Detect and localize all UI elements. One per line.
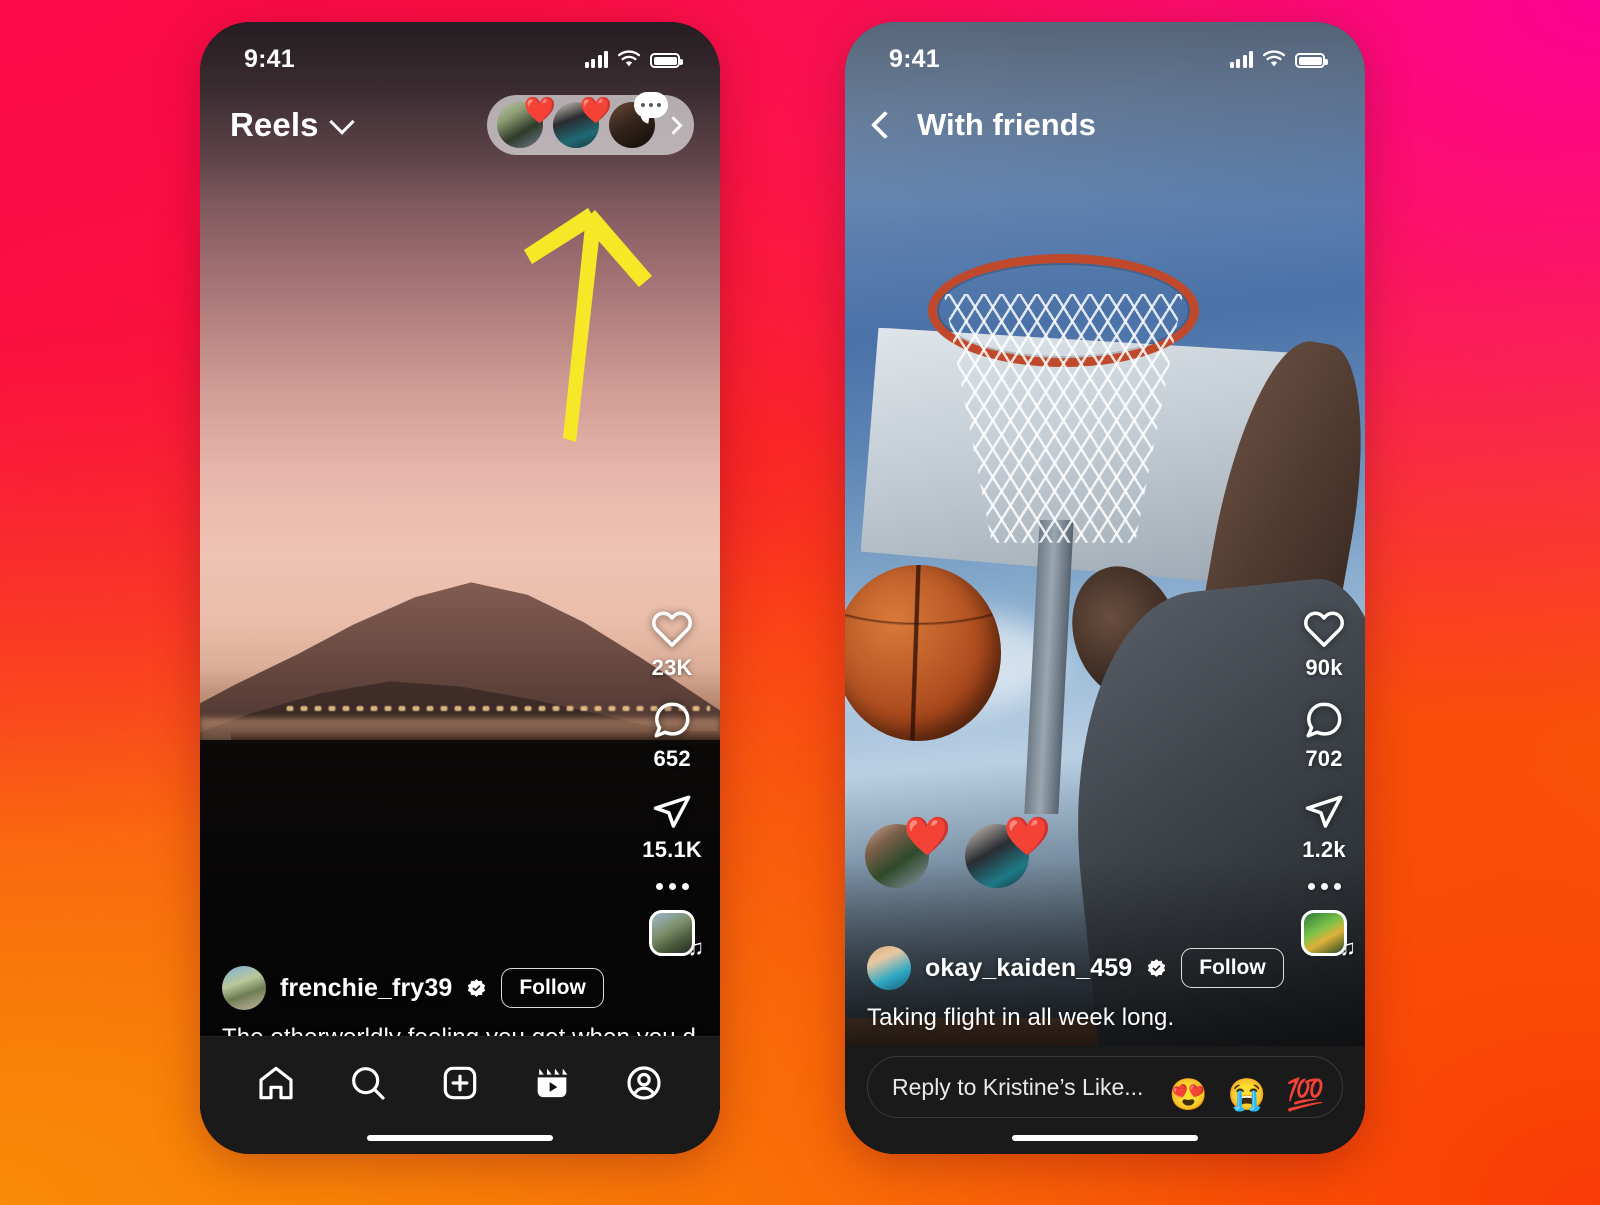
- action-rail: 23K 652 15.1K ♫: [642, 608, 704, 960]
- share-action[interactable]: 15.1K: [642, 790, 702, 863]
- friend-bubble-2[interactable]: ❤️: [965, 818, 1051, 888]
- avatar[interactable]: [867, 946, 911, 990]
- pink-heart-emoji: ❤️: [1003, 816, 1051, 858]
- audio-track-button[interactable]: ♫: [649, 910, 704, 960]
- reels-screen: 9:41 Reels ❤️ ❤️ 23K 652 15.1K ♫ frenchi…: [200, 22, 720, 1154]
- with-friends-header: With friends: [845, 84, 1365, 158]
- status-time: 9:41: [889, 44, 940, 73]
- tab-home[interactable]: [256, 1063, 296, 1103]
- action-rail: 90k 702 1.2k ♫: [1301, 608, 1356, 960]
- home-indicator: [1012, 1135, 1198, 1141]
- username[interactable]: okay_kaiden_459: [925, 954, 1132, 983]
- battery-icon: [650, 53, 683, 68]
- profile-icon: [627, 1065, 661, 1100]
- friend-bubble-1[interactable]: ❤️: [865, 818, 951, 888]
- verified-badge-icon: [468, 978, 486, 997]
- battery-icon: [1295, 53, 1328, 68]
- share-action[interactable]: 1.2k: [1302, 790, 1346, 863]
- like-action[interactable]: 23K: [651, 608, 693, 681]
- heart-icon: [651, 608, 693, 650]
- share-icon: [1303, 790, 1345, 832]
- follow-button[interactable]: Follow: [501, 968, 604, 1008]
- status-time: 9:41: [244, 44, 295, 73]
- status-bar: 9:41: [200, 22, 720, 84]
- comment-icon: [651, 699, 693, 741]
- more-options-icon[interactable]: [655, 883, 689, 890]
- share-icon: [651, 790, 693, 832]
- plus-square-icon: [443, 1066, 477, 1099]
- story-avatar-2[interactable]: ❤️: [553, 97, 612, 148]
- status-bar: 9:41: [845, 22, 1365, 84]
- cellular-bars-icon: [584, 51, 608, 68]
- cellular-bars-icon: [1229, 51, 1253, 68]
- comment-action[interactable]: 652: [651, 699, 693, 772]
- tab-search[interactable]: [348, 1063, 388, 1103]
- like-count: 23K: [651, 655, 693, 680]
- pink-heart-emoji: ❤️: [903, 816, 951, 858]
- tab-reels[interactable]: [532, 1063, 572, 1103]
- comment-count: 702: [1305, 746, 1343, 771]
- chevron-right-icon[interactable]: [664, 115, 683, 135]
- wifi-icon: [1262, 50, 1286, 67]
- status-icons: [584, 50, 683, 68]
- author-row: okay_kaiden_459 Follow: [867, 946, 1284, 990]
- page-title: Reels: [230, 106, 319, 143]
- like-action[interactable]: 90k: [1303, 608, 1345, 681]
- phone-left: 9:41 Reels ❤️ ❤️ 23K 652 15.1K ♫ frenchi…: [200, 22, 720, 1154]
- reels-icon: [537, 1068, 568, 1097]
- caption-block: okay_kaiden_459 Follow Taking flight in …: [867, 946, 1284, 1032]
- heart-icon: [1303, 608, 1345, 650]
- like-count: 90k: [1305, 655, 1343, 680]
- share-count: 15.1K: [642, 837, 702, 862]
- follow-button[interactable]: Follow: [1181, 948, 1284, 988]
- music-note-icon: ♫: [1339, 935, 1357, 960]
- tab-profile[interactable]: [624, 1063, 664, 1103]
- story-avatar-1[interactable]: ❤️: [497, 97, 556, 148]
- home-indicator: [367, 1135, 553, 1141]
- username[interactable]: frenchie_fry39: [280, 974, 452, 1003]
- author-row: frenchie_fry39 Follow: [222, 966, 624, 1010]
- reaction-hundred[interactable]: 💯: [1286, 1079, 1325, 1110]
- status-icons: [1229, 50, 1328, 68]
- reels-header: Reels ❤️ ❤️: [200, 84, 720, 158]
- home-icon: [259, 1066, 293, 1099]
- reaction-heart-eyes[interactable]: 😍: [1169, 1079, 1208, 1110]
- basketball: [845, 565, 1002, 742]
- quick-reactions: 😍 😭 💯: [1169, 1079, 1325, 1110]
- phone-right: 9:41 With friends ❤️ ❤️ 90k 702 1.2k ♫ o…: [845, 22, 1365, 1154]
- chevron-down-icon[interactable]: [328, 109, 355, 135]
- music-note-icon: ♫: [687, 935, 705, 960]
- avatar[interactable]: [222, 966, 266, 1010]
- comment-count: 652: [653, 746, 691, 771]
- with-friends-screen: 9:41 With friends ❤️ ❤️ 90k 702 1.2k ♫ o…: [845, 22, 1365, 1154]
- audio-track-button[interactable]: ♫: [1301, 910, 1356, 960]
- tab-create[interactable]: [440, 1063, 480, 1103]
- friend-reactions: ❤️ ❤️: [865, 818, 1051, 888]
- pink-heart-emoji: ❤️: [523, 95, 557, 125]
- caption-text[interactable]: Taking flight in all week long.: [867, 1004, 1269, 1032]
- pink-heart-emoji: ❤️: [579, 95, 613, 125]
- comment-action[interactable]: 702: [1303, 699, 1345, 772]
- page-title: With friends: [917, 107, 1096, 142]
- more-options-icon[interactable]: [1307, 883, 1341, 890]
- story-avatar-3[interactable]: [609, 92, 668, 148]
- share-count: 1.2k: [1302, 837, 1346, 862]
- wifi-icon: [617, 50, 641, 67]
- comment-icon: [1303, 699, 1345, 741]
- search-icon: [352, 1066, 385, 1100]
- reaction-sob[interactable]: 😭: [1228, 1079, 1267, 1110]
- story-tray[interactable]: ❤️ ❤️: [487, 92, 694, 155]
- comment-bubble-icon: [634, 92, 668, 118]
- verified-badge-icon: [1148, 958, 1166, 977]
- chevron-left-icon[interactable]: [870, 110, 900, 140]
